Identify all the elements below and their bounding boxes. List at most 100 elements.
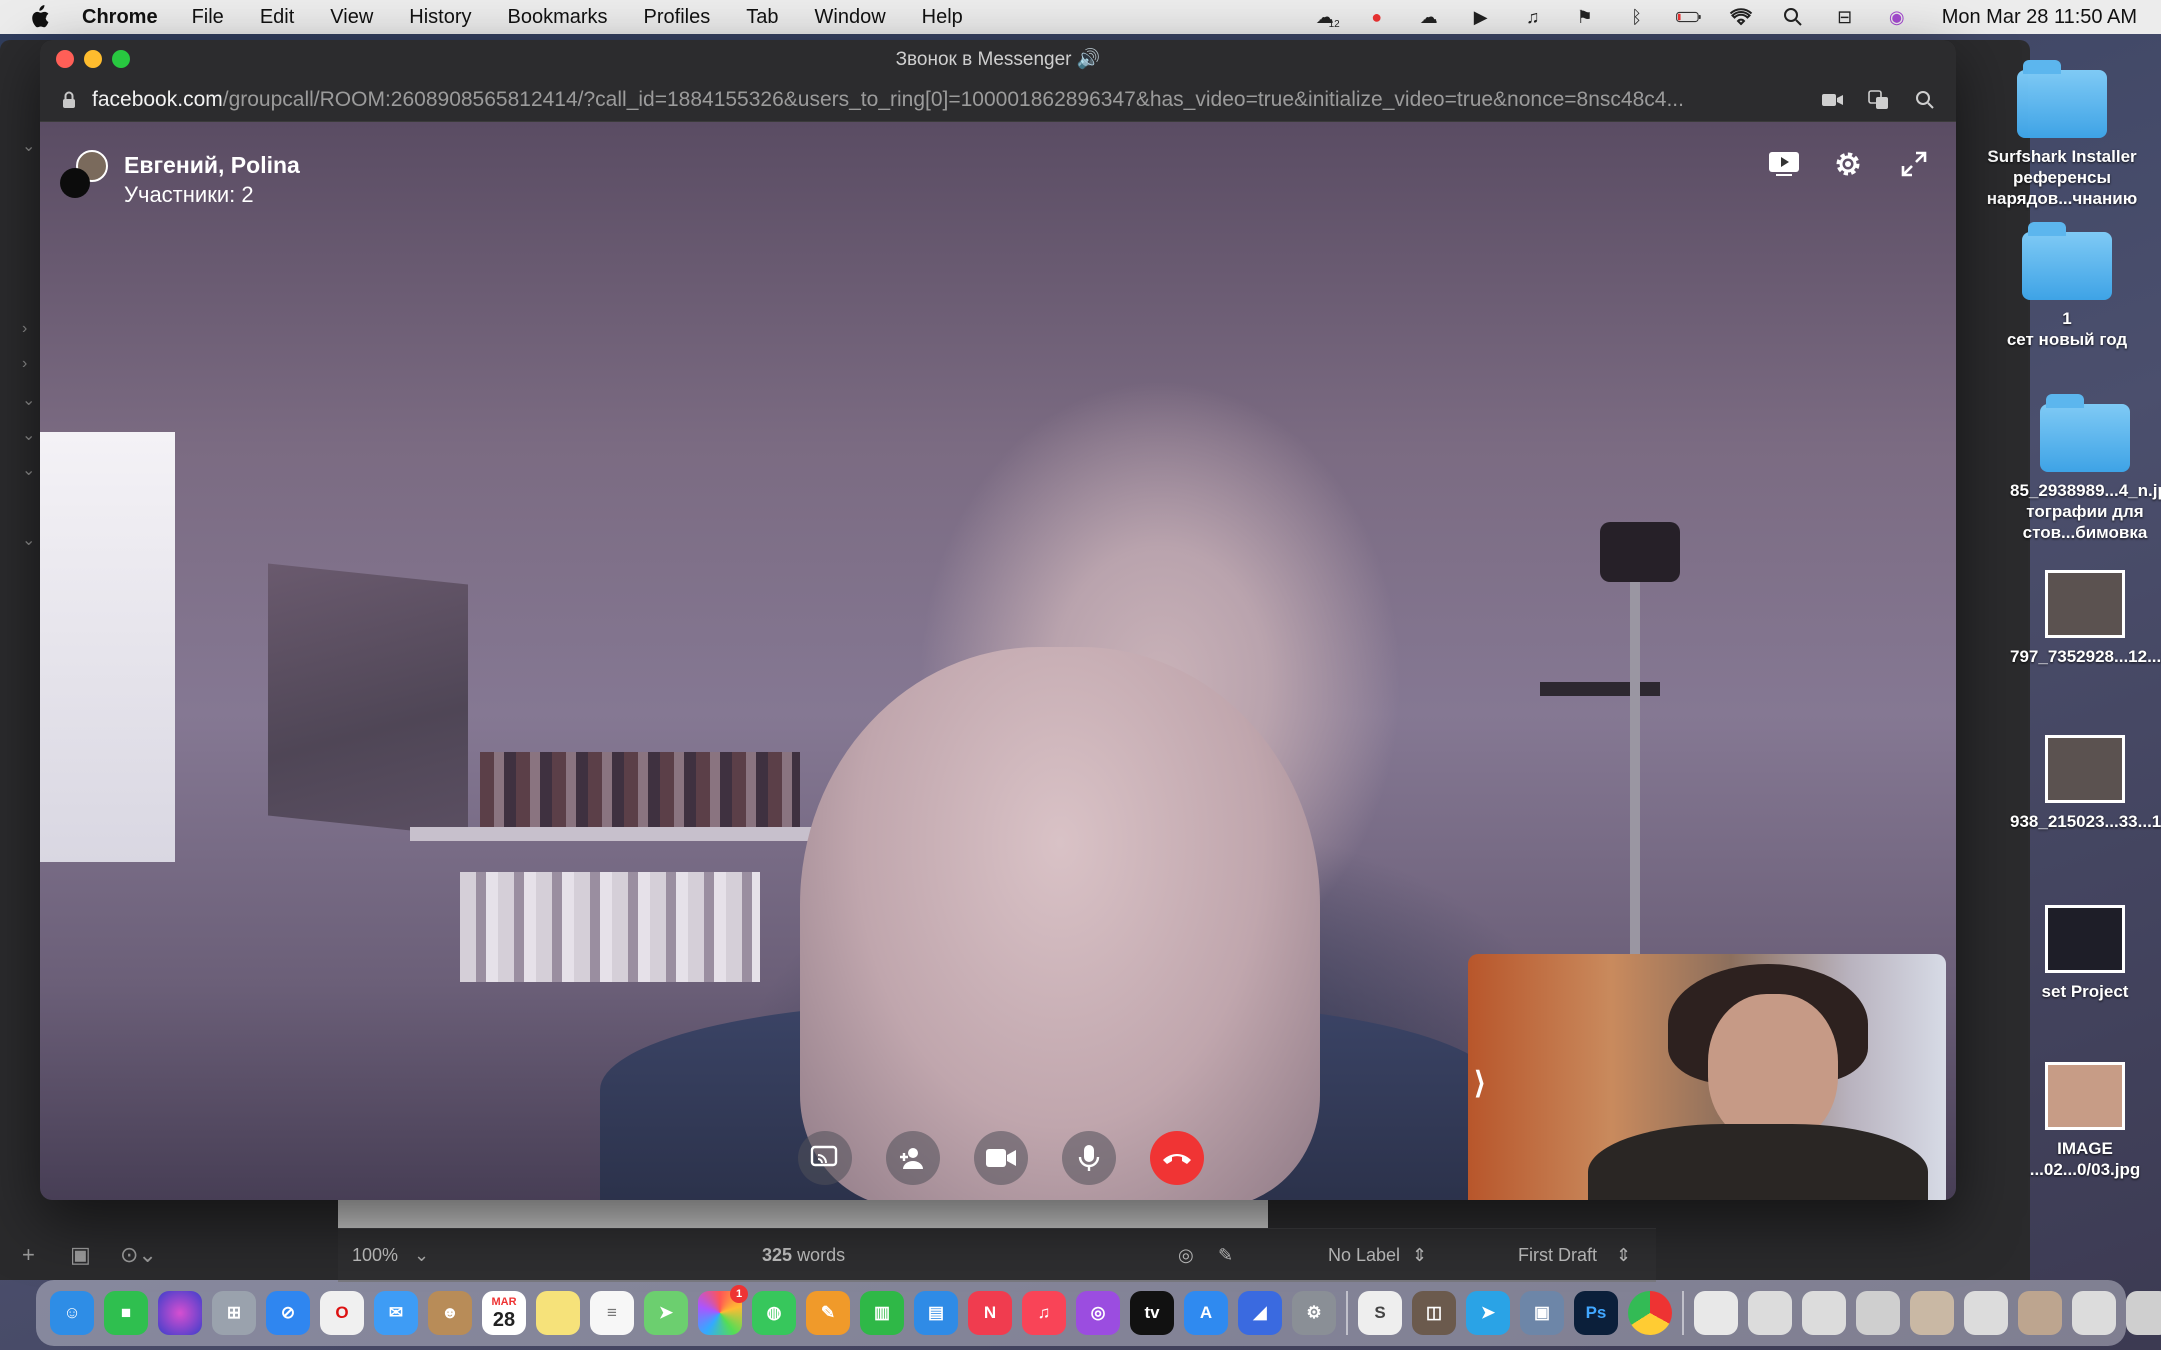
- calendar-icon[interactable]: MAR 28: [482, 1291, 526, 1335]
- image-stack-icon[interactable]: [1910, 1291, 1954, 1335]
- menu-tab[interactable]: Tab: [746, 6, 778, 29]
- add-icon[interactable]: +: [22, 1242, 35, 1268]
- contacts-icon[interactable]: ☻: [428, 1291, 472, 1335]
- news-icon[interactable]: N: [968, 1291, 1012, 1335]
- label-select[interactable]: No Label: [1328, 1245, 1400, 1266]
- desktop-item[interactable]: set Project: [2010, 905, 2160, 1002]
- siri-icon[interactable]: ◉: [1884, 6, 1910, 28]
- zoom-level[interactable]: 100%: [352, 1245, 398, 1266]
- minimize-window-button[interactable]: [84, 50, 102, 68]
- menu-history[interactable]: History: [409, 6, 471, 29]
- finder-icon[interactable]: ☺: [50, 1291, 94, 1335]
- podcasts-icon[interactable]: ◎: [1076, 1291, 1120, 1335]
- share-screen-button[interactable]: [798, 1131, 852, 1185]
- desktop-item[interactable]: 1 сет новый год: [1982, 222, 2152, 350]
- menu-file[interactable]: File: [192, 6, 224, 29]
- more-options-icon[interactable]: ⊙⌄: [120, 1242, 157, 1268]
- maps-icon[interactable]: ➤: [644, 1291, 688, 1335]
- document-stack-icon[interactable]: [1964, 1291, 2008, 1335]
- siri-icon[interactable]: [158, 1291, 202, 1335]
- bluetooth-icon[interactable]: ᛒ: [1624, 6, 1650, 28]
- launchpad-icon[interactable]: ⊞: [212, 1291, 256, 1335]
- fullscreen-icon[interactable]: [1892, 142, 1936, 186]
- zoom-icon[interactable]: [1912, 88, 1938, 112]
- menu-bookmarks[interactable]: Bookmarks: [508, 6, 608, 29]
- chevron-right-icon[interactable]: ›: [22, 355, 27, 373]
- chevron-down-icon[interactable]: ⌄: [22, 136, 35, 156]
- add-participant-button[interactable]: [886, 1131, 940, 1185]
- microphone-button[interactable]: [1062, 1131, 1116, 1185]
- chevron-down-icon[interactable]: ⌄: [22, 530, 35, 550]
- telegram-icon[interactable]: ➤: [1466, 1291, 1510, 1335]
- music-icon[interactable]: ♫: [1022, 1291, 1066, 1335]
- pages-icon[interactable]: ✎: [806, 1291, 850, 1335]
- wifi-icon[interactable]: [1728, 6, 1754, 28]
- preview-icon[interactable]: ◫: [1412, 1291, 1456, 1335]
- document-stack-icon[interactable]: [2072, 1291, 2116, 1335]
- system-preferences-icon[interactable]: ⚙: [1292, 1291, 1336, 1335]
- menu-window[interactable]: Window: [815, 6, 886, 29]
- menu-help[interactable]: Help: [922, 6, 963, 29]
- photos-icon[interactable]: 1: [698, 1285, 748, 1335]
- scrivener-icon[interactable]: S: [1358, 1291, 1402, 1335]
- menu-app-name[interactable]: Chrome: [82, 6, 158, 29]
- notes-icon[interactable]: [536, 1291, 580, 1335]
- desktop-item[interactable]: Surfshark Installer референсы нарядов...…: [1972, 60, 2152, 209]
- camera-button[interactable]: [974, 1131, 1028, 1185]
- self-view-video[interactable]: ⟩: [1468, 954, 1946, 1200]
- safari-icon[interactable]: ⊘: [266, 1291, 310, 1335]
- desktop-item[interactable]: 797_7352928...12...39_n.jpg: [2010, 570, 2161, 667]
- facetime-icon[interactable]: ■: [104, 1291, 148, 1335]
- chrome-icon[interactable]: [1628, 1291, 1672, 1335]
- image-stack-icon[interactable]: [2018, 1291, 2062, 1335]
- messages-icon[interactable]: ◍: [752, 1291, 796, 1335]
- chevron-right-icon[interactable]: ›: [22, 320, 27, 338]
- tv-icon[interactable]: tv: [1130, 1291, 1174, 1335]
- chevron-down-icon[interactable]: ⌄: [22, 425, 35, 445]
- keynote-icon[interactable]: ▤: [914, 1291, 958, 1335]
- document-stack-icon[interactable]: [2126, 1291, 2161, 1335]
- cloud-icon[interactable]: ☁: [1416, 6, 1442, 28]
- camera-in-use-icon[interactable]: [1820, 88, 1846, 112]
- menu-profiles[interactable]: Profiles: [644, 6, 711, 29]
- edit-icon[interactable]: ✎: [1218, 1245, 1233, 1266]
- chevron-down-icon[interactable]: ⌄: [22, 390, 35, 410]
- chevron-down-icon[interactable]: ⌄: [414, 1245, 429, 1266]
- airpods-icon[interactable]: ♫: [1520, 6, 1546, 28]
- battery-icon[interactable]: [1675, 6, 1702, 28]
- desktop-item[interactable]: 938_215023...33...12_n.jpg: [2010, 735, 2161, 832]
- address-bar[interactable]: facebook.com/groupcall/ROOM:260890856581…: [40, 78, 1956, 122]
- zoom-window-button[interactable]: [112, 50, 130, 68]
- settings-icon[interactable]: [1826, 142, 1870, 186]
- creative-cloud-icon[interactable]: ☁ 12: [1312, 6, 1340, 31]
- notification-badge-icon[interactable]: ●: [1364, 6, 1390, 28]
- desktop-item[interactable]: IMAGE ...02...0/03.jpg: [2010, 1062, 2160, 1180]
- document-stack-icon[interactable]: [1856, 1291, 1900, 1335]
- play-icon[interactable]: ▶: [1468, 6, 1494, 28]
- flag-us-icon[interactable]: ⚑: [1572, 6, 1598, 28]
- screen-share-icon[interactable]: [1762, 142, 1806, 186]
- downloads-stack-icon[interactable]: [1694, 1291, 1738, 1335]
- status-select[interactable]: First Draft: [1518, 1245, 1597, 1266]
- chevron-right-icon[interactable]: ⟩: [1474, 1066, 1486, 1101]
- control-center-icon[interactable]: ⊟: [1832, 6, 1858, 28]
- photoshop-icon[interactable]: Ps: [1574, 1291, 1618, 1335]
- mail-icon[interactable]: ✉: [374, 1291, 418, 1335]
- mosaic-icon[interactable]: ◢: [1238, 1291, 1282, 1335]
- translate-icon[interactable]: [1866, 88, 1892, 112]
- image-capture-icon[interactable]: ▣: [1520, 1291, 1564, 1335]
- close-window-button[interactable]: [56, 50, 74, 68]
- main-video-feed[interactable]: Евгений, Polina Участники: 2 ⟩: [40, 122, 1956, 1200]
- add-folder-icon[interactable]: ▣: [70, 1242, 91, 1268]
- desktop-item[interactable]: 85_2938989...4_n.jpg тографии для стов..…: [2010, 394, 2161, 543]
- search-icon[interactable]: [1780, 6, 1806, 28]
- chevron-down-icon[interactable]: ⌄: [22, 460, 35, 480]
- url-text[interactable]: facebook.com/groupcall/ROOM:260890856581…: [92, 88, 1852, 112]
- menu-view[interactable]: View: [330, 6, 373, 29]
- menu-clock[interactable]: Mon Mar 28 11:50 AM: [1942, 6, 2137, 29]
- end-call-button[interactable]: [1150, 1131, 1204, 1185]
- app-store-icon[interactable]: A: [1184, 1291, 1228, 1335]
- target-icon[interactable]: ◎: [1178, 1245, 1194, 1266]
- opera-icon[interactable]: O: [320, 1291, 364, 1335]
- lock-icon[interactable]: [58, 89, 80, 111]
